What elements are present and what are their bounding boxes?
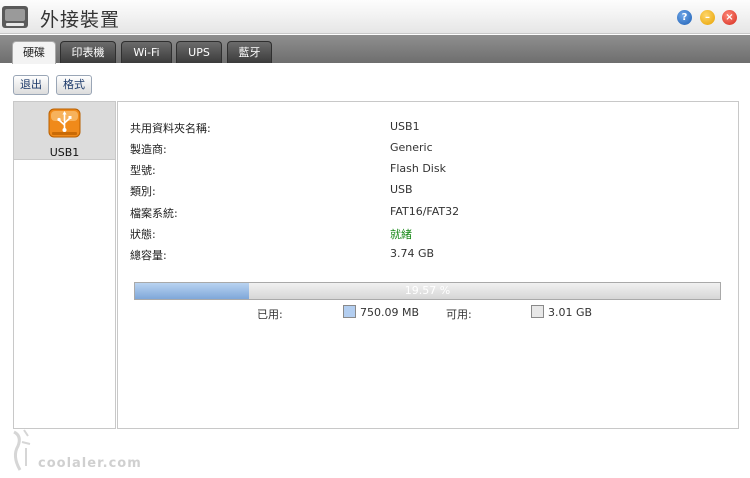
detail-label: 型號: bbox=[130, 164, 156, 177]
device-item-usb1[interactable]: USB1 bbox=[14, 102, 115, 160]
watermark-logo-icon bbox=[13, 429, 31, 471]
detail-value: Flash Disk bbox=[390, 162, 446, 175]
minimize-button[interactable]: – bbox=[700, 10, 715, 25]
used-color-swatch bbox=[343, 305, 356, 318]
free-value: 3.01 GB bbox=[548, 306, 593, 319]
detail-label: 檔案系統: bbox=[130, 207, 178, 220]
detail-value: FAT16/FAT32 bbox=[390, 205, 460, 218]
detail-value: USB1 bbox=[390, 120, 420, 133]
detail-row-status: 狀態: 就緒 bbox=[130, 226, 730, 241]
watermark: coolaler.com bbox=[8, 426, 168, 476]
window-title: 外接裝置 bbox=[40, 9, 121, 31]
device-details-panel: 共用資料夾名稱: USB1 製造商: Generic 型號: Flash Dis… bbox=[117, 101, 739, 429]
detail-row-share-name: 共用資料夾名稱: USB1 bbox=[130, 120, 730, 135]
watermark-text: coolaler.com bbox=[38, 456, 142, 471]
tab-bar: 硬碟 印表機 Wi-Fi UPS 藍牙 bbox=[0, 35, 750, 64]
detail-value: 3.74 GB bbox=[390, 247, 435, 260]
used-label: 已用: bbox=[257, 308, 283, 321]
tab-ups[interactable]: UPS bbox=[176, 41, 222, 63]
title-bar: 外接裝置 ? – × bbox=[0, 0, 750, 34]
used-value: 750.09 MB bbox=[360, 306, 420, 319]
detail-row-manufacturer: 製造商: Generic bbox=[130, 141, 730, 156]
detail-label: 狀態: bbox=[130, 228, 156, 241]
eject-button[interactable]: 退出 bbox=[13, 75, 49, 95]
external-device-app-icon bbox=[2, 6, 28, 28]
detail-value: Generic bbox=[390, 141, 433, 154]
capacity-usage-bar: 19.57 % bbox=[134, 282, 721, 300]
free-label: 可用: bbox=[446, 308, 472, 321]
device-label: USB1 bbox=[49, 146, 80, 159]
detail-row-type: 類別: USB bbox=[130, 183, 730, 198]
detail-label: 共用資料夾名稱: bbox=[130, 122, 211, 135]
detail-label: 類別: bbox=[130, 185, 156, 198]
tab-bluetooth[interactable]: 藍牙 bbox=[227, 41, 272, 63]
detail-row-total-capacity: 總容量: 3.74 GB bbox=[130, 247, 730, 262]
detail-row-model: 型號: Flash Disk bbox=[130, 162, 730, 177]
usb-drive-icon bbox=[48, 108, 81, 138]
capacity-usage-percent: 19.57 % bbox=[404, 284, 451, 297]
close-button[interactable]: × bbox=[722, 10, 737, 25]
help-button[interactable]: ? bbox=[677, 10, 692, 25]
status-value: 就緒 bbox=[390, 228, 412, 241]
device-list: USB1 bbox=[13, 101, 116, 429]
detail-label: 總容量: bbox=[130, 249, 167, 262]
detail-value: USB bbox=[390, 183, 413, 196]
tab-wifi[interactable]: Wi-Fi bbox=[121, 41, 172, 63]
detail-label: 製造商: bbox=[130, 143, 167, 156]
free-color-swatch bbox=[531, 305, 544, 318]
format-button[interactable]: 格式 bbox=[56, 75, 92, 95]
tab-printer[interactable]: 印表機 bbox=[60, 41, 116, 63]
detail-row-file-system: 檔案系統: FAT16/FAT32 bbox=[130, 205, 730, 220]
tab-hard-disk[interactable]: 硬碟 bbox=[12, 41, 56, 64]
